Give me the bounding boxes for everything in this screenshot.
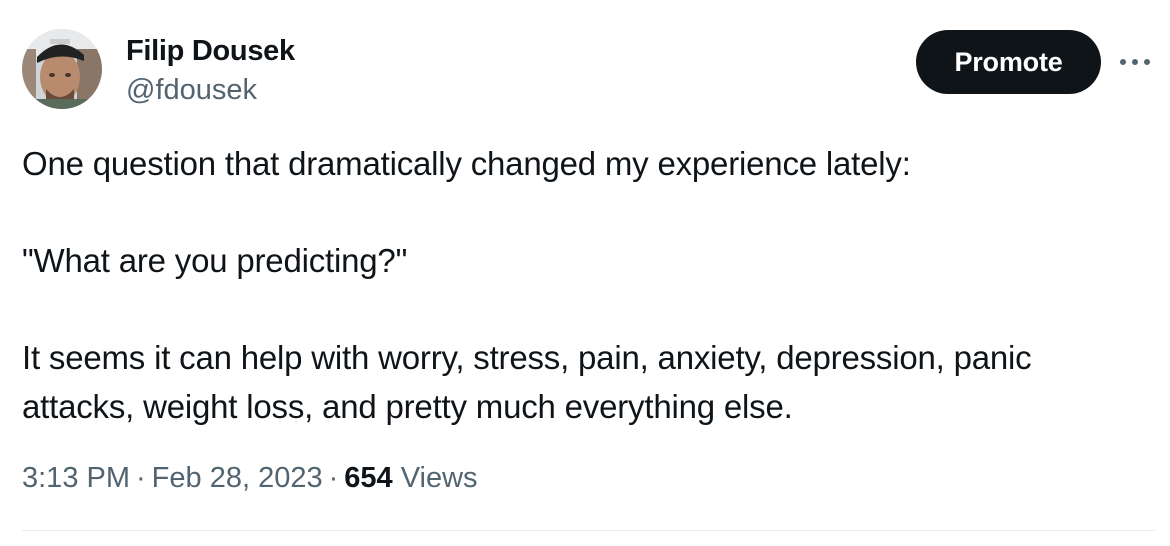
- divider: [22, 530, 1155, 531]
- author-block: Filip Dousek @fdousek: [126, 33, 295, 108]
- views-label: Views: [400, 462, 478, 494]
- profile-photo-icon: [22, 29, 102, 109]
- tweet-line: It seems it can help with worry, stress,…: [22, 339, 1032, 376]
- author-display-name[interactable]: Filip Dousek: [126, 33, 295, 69]
- tweet-card: Filip Dousek @fdousek Promote One questi…: [0, 0, 1170, 546]
- tweet-meta: 3:13 PM · Feb 28, 2023 · 654 Views: [22, 458, 478, 498]
- tweet-time[interactable]: 3:13 PM: [22, 462, 130, 494]
- tweet-text: One question that dramatically changed m…: [22, 140, 1147, 431]
- avatar[interactable]: [22, 29, 102, 109]
- meta-separator: ·: [328, 462, 339, 494]
- more-options-button[interactable]: [1115, 44, 1155, 80]
- tweet-line: One question that dramatically changed m…: [22, 145, 911, 182]
- author-handle[interactable]: @fdousek: [126, 72, 295, 108]
- views-count: 654: [344, 462, 393, 494]
- meta-separator: ·: [136, 462, 146, 494]
- tweet-date[interactable]: Feb 28, 2023: [152, 462, 323, 494]
- tweet-line: "What are you predicting?": [22, 242, 408, 279]
- promote-button[interactable]: Promote: [916, 30, 1101, 94]
- tweet-line: attacks, weight loss, and pretty much ev…: [22, 387, 793, 425]
- more-horizontal-icon: [1120, 59, 1150, 65]
